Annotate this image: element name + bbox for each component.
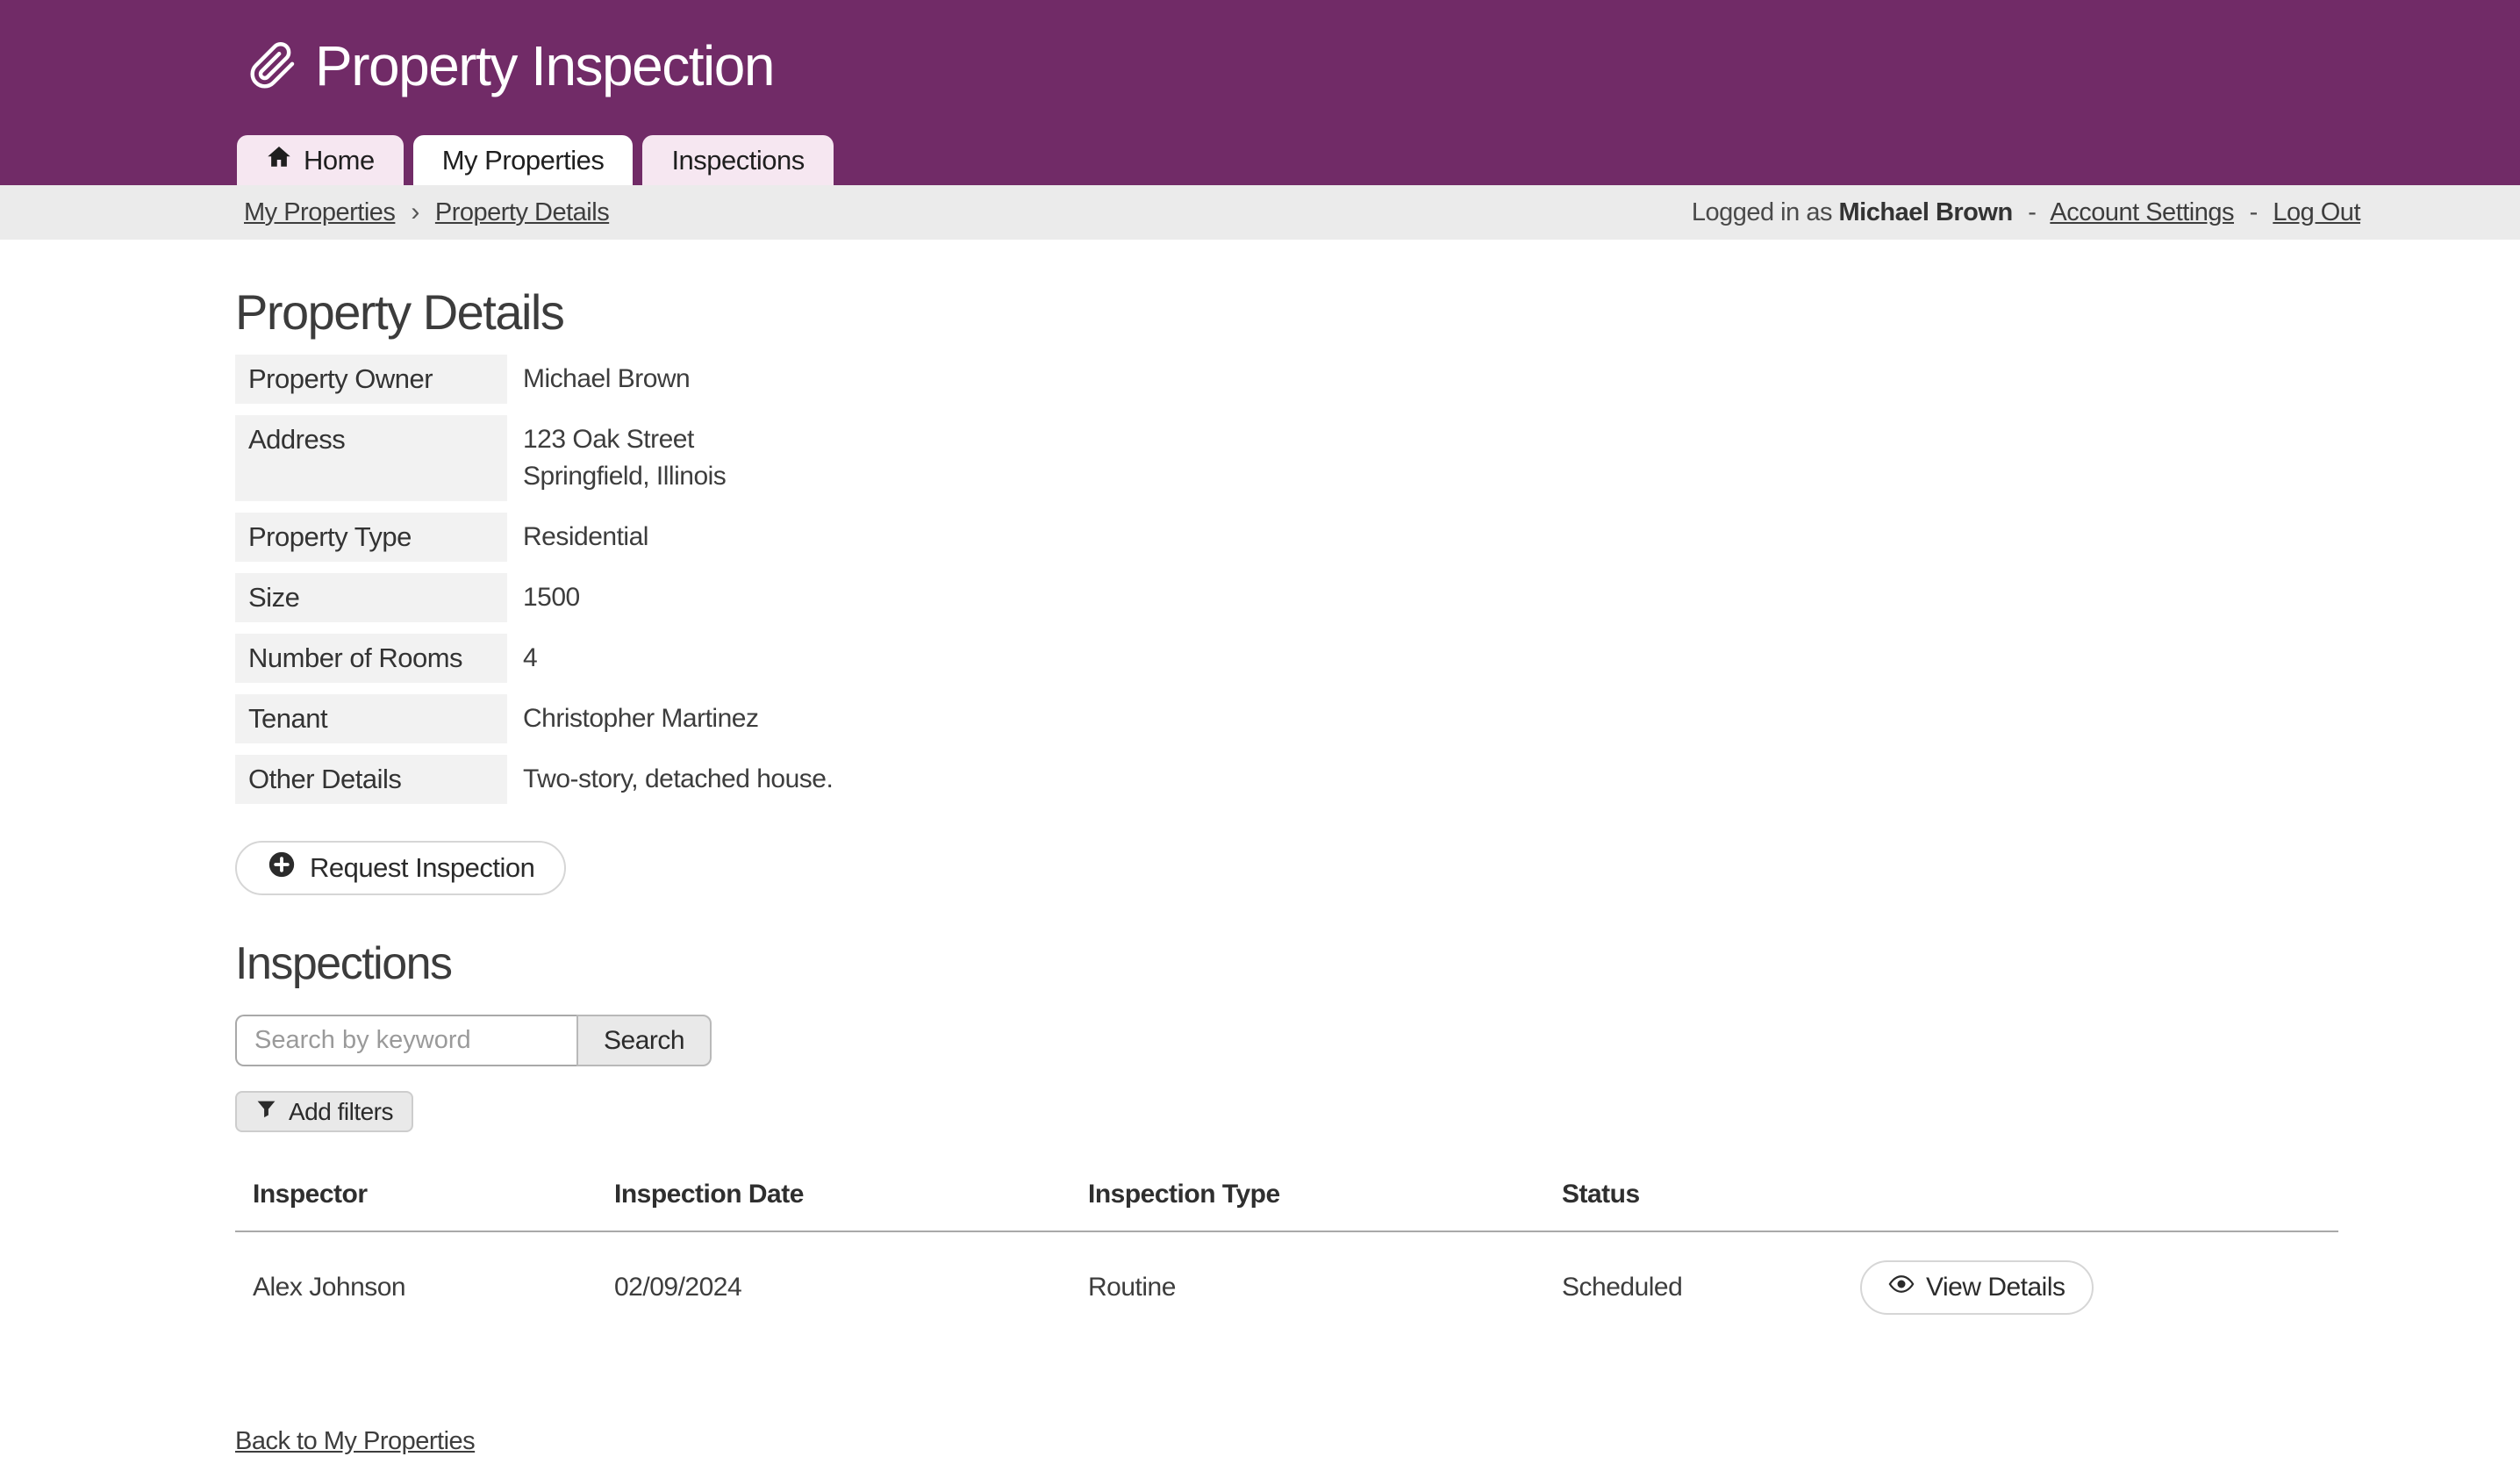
detail-row: Number of Rooms 4 bbox=[235, 634, 2520, 683]
add-filters-button[interactable]: Add filters bbox=[235, 1091, 413, 1132]
add-filters-label: Add filters bbox=[289, 1098, 393, 1126]
page-title: Property Inspection bbox=[315, 33, 774, 98]
request-inspection-label: Request Inspection bbox=[310, 852, 534, 884]
cell-actions: View Details bbox=[1843, 1260, 2338, 1315]
session-prefix: Logged in as bbox=[1692, 198, 1832, 226]
separator: - bbox=[2250, 198, 2258, 226]
request-inspection-button[interactable]: Request Inspection bbox=[235, 841, 566, 895]
filter-icon bbox=[255, 1098, 277, 1126]
detail-label: Tenant bbox=[235, 694, 507, 743]
detail-value: Residential bbox=[507, 513, 648, 562]
app-title-row: Property Inspection bbox=[0, 0, 2520, 98]
breadcrumb-link-property-details[interactable]: Property Details bbox=[435, 198, 609, 227]
tab-inspections[interactable]: Inspections bbox=[642, 135, 833, 185]
section-heading-inspections: Inspections bbox=[235, 937, 2520, 990]
detail-value: 123 Oak Street Springfield, Illinois bbox=[507, 415, 726, 501]
detail-row: Property Type Residential bbox=[235, 513, 2520, 562]
cell-inspection-type: Routine bbox=[1070, 1273, 1544, 1302]
tab-label: My Properties bbox=[442, 145, 605, 176]
address-line-1: 123 Oak Street bbox=[523, 421, 726, 458]
session-info: Logged in as Michael Brown - Account Set… bbox=[1692, 198, 2360, 227]
table-header-divider bbox=[235, 1231, 2338, 1232]
detail-label: Number of Rooms bbox=[235, 634, 507, 683]
tab-label: Home bbox=[304, 145, 375, 176]
back-to-my-properties-link[interactable]: Back to My Properties bbox=[235, 1427, 475, 1456]
eye-icon bbox=[1888, 1271, 1915, 1304]
log-out-link[interactable]: Log Out bbox=[2273, 198, 2360, 226]
nav-tabs: Home My Properties Inspections bbox=[237, 135, 834, 185]
detail-value: 4 bbox=[507, 634, 537, 683]
home-icon bbox=[266, 144, 292, 177]
cell-status: Scheduled bbox=[1544, 1273, 1843, 1302]
detail-value: Christopher Martinez bbox=[507, 694, 758, 743]
search-bar: Search bbox=[235, 1015, 2520, 1066]
cell-inspection-date: 02/09/2024 bbox=[597, 1273, 1070, 1302]
detail-row: Tenant Christopher Martinez bbox=[235, 694, 2520, 743]
detail-row: Size 1500 bbox=[235, 573, 2520, 622]
session-username: Michael Brown bbox=[1839, 198, 2013, 226]
breadcrumb-bar: My Properties › Property Details Logged … bbox=[0, 185, 2520, 240]
inspections-table: Inspector Inspection Date Inspection Typ… bbox=[235, 1180, 2338, 1315]
cell-inspector: Alex Johnson bbox=[235, 1273, 597, 1302]
tab-label: Inspections bbox=[671, 145, 804, 176]
detail-label: Property Type bbox=[235, 513, 507, 562]
search-input[interactable] bbox=[235, 1015, 576, 1066]
breadcrumb: My Properties › Property Details bbox=[244, 197, 609, 227]
app-header: Property Inspection Home My Properties I… bbox=[0, 0, 2520, 185]
column-header-status: Status bbox=[1544, 1180, 1843, 1209]
detail-value: Two-story, detached house. bbox=[507, 755, 833, 804]
tab-my-properties[interactable]: My Properties bbox=[413, 135, 634, 185]
search-button[interactable]: Search bbox=[576, 1015, 712, 1066]
plus-circle-icon bbox=[267, 850, 297, 886]
table-row: Alex Johnson 02/09/2024 Routine Schedule… bbox=[235, 1260, 2338, 1315]
main-content: Property Details Property Owner Michael … bbox=[0, 283, 2520, 1456]
column-header-inspection-type: Inspection Type bbox=[1070, 1180, 1544, 1209]
account-settings-link[interactable]: Account Settings bbox=[2050, 198, 2234, 226]
breadcrumb-link-my-properties[interactable]: My Properties bbox=[244, 198, 395, 227]
detail-row: Other Details Two-story, detached house. bbox=[235, 755, 2520, 804]
detail-value: 1500 bbox=[507, 573, 580, 622]
column-header-inspector: Inspector bbox=[235, 1180, 597, 1209]
detail-label: Other Details bbox=[235, 755, 507, 804]
detail-row: Property Owner Michael Brown bbox=[235, 355, 2520, 404]
detail-row: Address 123 Oak Street Springfield, Illi… bbox=[235, 415, 2520, 501]
property-details-table: Property Owner Michael Brown Address 123… bbox=[235, 355, 2520, 804]
detail-label: Size bbox=[235, 573, 507, 622]
view-details-button[interactable]: View Details bbox=[1860, 1260, 2094, 1315]
tab-home[interactable]: Home bbox=[237, 135, 404, 185]
address-line-2: Springfield, Illinois bbox=[523, 458, 726, 495]
detail-value: Michael Brown bbox=[507, 355, 690, 404]
section-heading-property-details: Property Details bbox=[235, 283, 2520, 341]
inspections-table-header: Inspector Inspection Date Inspection Typ… bbox=[235, 1180, 2338, 1209]
paperclip-icon bbox=[248, 41, 297, 90]
chevron-right-icon: › bbox=[411, 197, 419, 227]
detail-label: Property Owner bbox=[235, 355, 507, 404]
view-details-label: View Details bbox=[1926, 1273, 2065, 1302]
column-header-inspection-date: Inspection Date bbox=[597, 1180, 1070, 1209]
separator: - bbox=[2028, 198, 2036, 226]
detail-label: Address bbox=[235, 415, 507, 501]
